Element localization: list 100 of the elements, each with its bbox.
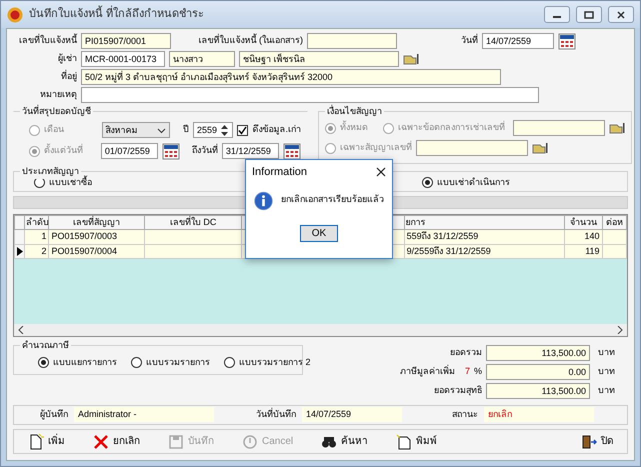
note-field[interactable]: [81, 87, 539, 103]
lookup-icon[interactable]: [403, 53, 419, 65]
print-button[interactable]: พิมพ์: [392, 434, 442, 450]
calendar-icon[interactable]: [282, 142, 301, 160]
dialog-message: ยกเลิกเอกสารเรียบร้อยแล้ว: [281, 192, 384, 206]
print-icon: [396, 434, 412, 450]
close-icon[interactable]: [376, 167, 386, 178]
radio-label: เฉพาะข้อตกลงการเช่าเลขที่: [398, 121, 505, 134]
cross-icon: [93, 434, 109, 450]
group-title: วันที่สรุปยอดบัญชี: [20, 105, 93, 118]
calendar-icon[interactable]: [162, 142, 180, 160]
column-header: ลำดับ: [24, 215, 49, 230]
spin-icon: [220, 123, 230, 138]
status-value: ยกเลิก: [484, 407, 594, 422]
new-document-icon: [28, 434, 44, 450]
to-date-field[interactable]: 31/12/2559: [222, 143, 279, 159]
lookup-icon[interactable]: [532, 142, 548, 154]
radio-button[interactable]: [422, 177, 433, 188]
document-invoice-field[interactable]: [307, 33, 397, 49]
group-title: เงื่อนไขสัญญา: [325, 105, 384, 118]
exit-door-button[interactable]: ปิด: [577, 434, 617, 450]
radio-label: ทั้งหมด: [340, 121, 368, 134]
unit-label: บาท: [598, 364, 616, 378]
check-icon: [238, 126, 248, 134]
column-header: ยการ: [404, 215, 565, 230]
field-label: ยอดรวม: [450, 346, 482, 359]
radio-label: แบบเช่าซื้อ: [49, 176, 92, 189]
address-field[interactable]: 50/2 หมู่ที่ 3 ตำบลชุฤาษ์ อำเภอเมืองสุรินทร์ จังหวัดสุรินทร์ 32000: [81, 69, 501, 85]
field-label: สถานะ: [451, 408, 478, 422]
close-icon: [616, 10, 626, 18]
field-label: ผู้บันทึก: [39, 408, 68, 422]
recorder-value: Administrator -: [74, 407, 214, 422]
column-header: เลขที่สัญญา: [48, 215, 144, 230]
contract-number-field[interactable]: [416, 140, 528, 156]
field-label: ที่อยู่: [60, 70, 77, 84]
table-cell: 140: [564, 230, 602, 244]
amount-field[interactable]: 0.00: [486, 364, 590, 380]
column-header: จำนวน: [564, 215, 602, 230]
tenant-code-field[interactable]: MCR-0001-00173: [81, 51, 165, 67]
radio-button[interactable]: [38, 357, 49, 368]
calendar-icon[interactable]: [558, 32, 576, 50]
field-label: ภาษีมูลค่าเพิ่ม: [400, 364, 455, 378]
agreement-number-field[interactable]: [513, 120, 605, 136]
field-label: ถึงวันที่: [190, 144, 218, 158]
radio-button[interactable]: [325, 122, 336, 134]
field-label: ยอดรวมสุทธิ: [434, 384, 482, 398]
year-spinner[interactable]: 2559: [192, 122, 234, 138]
window-title: บันทึกใบแจ้งหนี้ ที่ใกล้ถึงกำหนดชำระ: [29, 6, 538, 23]
cross-button[interactable]: ยกเลิก: [89, 434, 144, 450]
radio-label: แบบรวมรายการ: [146, 356, 210, 369]
radio-label: เดือน: [44, 123, 64, 136]
field-label: วันที่บันทึก: [255, 408, 296, 422]
cancel-icon: [242, 434, 258, 450]
field-label: ปี: [182, 123, 189, 136]
binoculars-button[interactable]: ค้นหา: [317, 434, 372, 450]
radio-label: แบบแยกรายการ: [53, 356, 117, 369]
table-cell: 119: [564, 244, 602, 259]
radio-label: แบบเช่าดำเนินการ: [437, 176, 510, 189]
dialog-title: Information: [252, 165, 308, 180]
group-title: ประเภทสัญญา: [20, 165, 81, 178]
exit-door-icon: [581, 434, 597, 450]
table-cell: 9/2559ถึง 31/12/2559: [404, 244, 565, 259]
minimize-button[interactable]: [544, 6, 570, 23]
amount-field[interactable]: 113,500.00: [486, 344, 590, 361]
radio-button[interactable]: [29, 146, 40, 156]
radio-label: แบบรวมรายการ 2: [239, 356, 311, 369]
lookup-icon[interactable]: [609, 122, 625, 134]
close-button[interactable]: [608, 6, 634, 23]
ok-button[interactable]: OK: [300, 225, 338, 242]
maximize-icon: [584, 10, 594, 18]
radio-button[interactable]: [131, 357, 142, 368]
date-field[interactable]: 14/07/2559: [482, 33, 554, 49]
radio-button[interactable]: [29, 124, 40, 136]
table-cell: 559ถึง 31/12/2559: [404, 230, 565, 244]
radio-button[interactable]: [325, 142, 336, 154]
maximize-button[interactable]: [576, 6, 602, 23]
radio-label: เฉพาะสัญญาเลขที่: [340, 141, 412, 154]
table-cell: PO015907/0003: [48, 230, 144, 244]
amount-field[interactable]: 113,500.00: [486, 382, 590, 399]
field-label: เลขที่ใบแจ้งหนี้: [18, 34, 77, 48]
field-label: หมายเหตุ: [39, 88, 77, 102]
unit-label: บาท: [598, 384, 616, 397]
column-header: เลขที่ใบ DC: [144, 215, 242, 230]
scroll-right-icon[interactable]: [617, 326, 623, 334]
scroll-left-icon[interactable]: [18, 326, 24, 334]
field-label: วันที่: [461, 34, 478, 48]
invoice-number-field[interactable]: PI015907/0001: [81, 33, 171, 49]
field-label: เลขที่ใบแจ้งหนี้ (ในเอกสาร): [198, 34, 303, 48]
app-icon: [7, 6, 23, 22]
from-date-field[interactable]: 01/07/2559: [100, 143, 158, 159]
month-dropdown[interactable]: สิงหาคม: [102, 122, 170, 138]
radio-button[interactable]: [383, 122, 394, 134]
record-date-value: 14/07/2559: [302, 407, 402, 422]
checkbox[interactable]: ดึงข้อมูล.เก่า: [237, 123, 301, 137]
tenant-name-field[interactable]: ชนิษฐา เพ็ชรนิล: [239, 51, 399, 67]
new-document-button[interactable]: เพิ่ม: [24, 434, 69, 450]
tenant-title-field[interactable]: นางสาว: [169, 51, 235, 67]
field-label: ผู้เช่า: [57, 52, 77, 66]
tax-rate: 7: [464, 364, 470, 378]
radio-button[interactable]: [224, 357, 235, 368]
